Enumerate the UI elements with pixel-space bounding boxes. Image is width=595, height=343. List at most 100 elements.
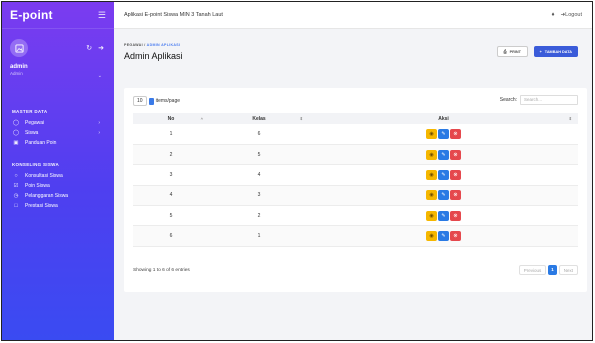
view-button[interactable]: ◉	[426, 210, 437, 221]
edit-icon: ✎	[441, 192, 446, 199]
logout-label: Logout	[565, 12, 582, 18]
sidebar-item-pelanggaran-siswa[interactable]: ◷ Pelanggaran Siswa	[2, 191, 114, 201]
row-actions: ◉ ✎ ⊗	[426, 149, 461, 160]
select-arrow-icon[interactable]	[148, 97, 154, 105]
breadcrumb-parent[interactable]: PEGAWAI	[124, 43, 143, 47]
table-row: 2 5 ◉ ✎ ⊗	[133, 144, 578, 166]
column-header-no[interactable]: No ˄	[133, 113, 209, 124]
eye-icon: ◉	[429, 233, 434, 240]
refresh-icon[interactable]: ↻	[86, 44, 92, 52]
eye-icon: ◉	[429, 130, 434, 137]
row-actions: ◉ ✎ ⊗	[426, 128, 461, 139]
edit-button[interactable]: ✎	[438, 190, 449, 201]
chevron-right-icon: ›	[98, 120, 100, 126]
table-header-row: No ˄ Kelas ⇕ Aksi ⇕	[133, 113, 578, 124]
cell-aksi: ◉ ✎ ⊗	[309, 164, 578, 186]
row-actions: ◉ ✎ ⊗	[426, 231, 461, 242]
delete-icon: ⊗	[453, 151, 458, 158]
cell-kelas: 2	[209, 205, 309, 227]
app-title: Aplikasi E-point Siswa MIN 3 Tanah Laut	[124, 12, 223, 18]
delete-button[interactable]: ⊗	[450, 128, 461, 139]
sidebar-item-label: Pegawai	[25, 120, 45, 126]
cell-aksi: ◉ ✎ ⊗	[309, 144, 578, 166]
main-content: Aplikasi E-point Siswa MIN 3 Tanah Laut …	[114, 2, 592, 340]
data-table: No ˄ Kelas ⇕ Aksi ⇕ 1 6 ◉ ✎ ⊗ 2 5 ◉ ✎ ⊗ 3 4 ◉ ✎ ⊗ 4 3 ◉ ✎ ⊗ 5 2 ◉…	[133, 113, 578, 247]
pagination-current-page[interactable]: 1	[548, 265, 557, 275]
table-row: 6 1 ◉ ✎ ⊗	[133, 225, 578, 247]
edit-button[interactable]: ✎	[438, 210, 449, 221]
clock-icon: ◷	[13, 193, 19, 199]
sidebar-item-label: Siswa	[25, 130, 39, 136]
print-button[interactable]: ⎙ PRINT	[496, 46, 528, 57]
add-data-label: TAMBAH DATA	[544, 49, 572, 54]
per-page-label: items/page	[155, 98, 181, 104]
app-frame: E-point ☰ ↻ ➜ admin Admin ⌄ MASTER DATA …	[1, 1, 593, 341]
edit-icon: ✎	[441, 212, 446, 219]
image-icon	[14, 43, 24, 53]
check-square-icon: ☑	[13, 183, 19, 189]
sidebar-item-label: Poin Siswa	[25, 183, 50, 189]
edit-button[interactable]: ✎	[438, 231, 449, 242]
view-button[interactable]: ◉	[426, 231, 437, 242]
per-page-control: 10 items/page	[133, 96, 180, 106]
delete-button[interactable]: ⊗	[450, 190, 461, 201]
delete-button[interactable]: ⊗	[450, 169, 461, 180]
pagination: Previous 1 Next	[518, 265, 578, 275]
section-title-konseling-siswa: KONSELING SISWA	[12, 162, 60, 167]
pagination-next[interactable]: Next	[558, 265, 578, 275]
sidebar-item-label: Konsultasi Siswa	[25, 173, 63, 179]
breadcrumb-separator: /	[144, 43, 146, 47]
column-header-aksi[interactable]: Aksi ⇕	[309, 113, 578, 124]
exit-icon[interactable]: ➜	[98, 44, 104, 52]
delete-button[interactable]: ⊗	[450, 149, 461, 160]
brand-name: E-point	[10, 8, 53, 22]
sidebar-item-poin-siswa[interactable]: ☑ Poin Siswa	[2, 181, 114, 191]
sort-asc-icon: ˄	[200, 116, 203, 121]
view-button[interactable]: ◉	[426, 149, 437, 160]
sidebar-item-panduan-poin[interactable]: ▣ Panduan Poin	[2, 138, 114, 148]
sidebar-item-prestasi-siswa[interactable]: □ Prestasi Siswa	[2, 201, 114, 211]
view-button[interactable]: ◉	[426, 169, 437, 180]
hamburger-icon[interactable]: ☰	[98, 10, 106, 21]
table-row: 5 2 ◉ ✎ ⊗	[133, 205, 578, 227]
chevron-right-icon: ›	[98, 130, 100, 136]
chevron-down-icon[interactable]: ⌄	[98, 73, 102, 79]
user-actions: ↻ ➜	[86, 44, 104, 52]
search-control: Search: Search...	[500, 95, 578, 105]
logout-button[interactable]: ➜Logout	[561, 12, 582, 18]
row-actions: ◉ ✎ ⊗	[426, 210, 461, 221]
sort-icon: ⇕	[299, 116, 303, 121]
sidebar-item-siswa[interactable]: ◯ Siswa ›	[2, 128, 114, 138]
logout-area: ♦ ➜Logout	[552, 12, 583, 18]
search-input[interactable]: Search...	[520, 95, 578, 105]
cell-aksi: ◉ ✎ ⊗	[309, 205, 578, 227]
edit-button[interactable]: ✎	[438, 149, 449, 160]
edit-button[interactable]: ✎	[438, 128, 449, 139]
avatar[interactable]	[10, 39, 28, 57]
entries-info: Showing 1 to 6 of 6 entries	[133, 268, 190, 273]
delete-button[interactable]: ⊗	[450, 231, 461, 242]
cell-aksi: ◉ ✎ ⊗	[309, 124, 578, 145]
cell-aksi: ◉ ✎ ⊗	[309, 225, 578, 247]
delete-icon: ⊗	[453, 212, 458, 219]
edit-button[interactable]: ✎	[438, 169, 449, 180]
view-button[interactable]: ◉	[426, 128, 437, 139]
cell-no: 2	[133, 144, 209, 166]
chat-icon: ○	[14, 173, 18, 179]
add-data-button[interactable]: + TAMBAH DATA	[533, 46, 578, 57]
per-page-select[interactable]: 10	[133, 96, 147, 106]
print-label: PRINT	[509, 49, 521, 54]
view-button[interactable]: ◉	[426, 190, 437, 201]
pagination-previous[interactable]: Previous	[518, 265, 547, 275]
sidebar: E-point ☰ ↻ ➜ admin Admin ⌄ MASTER DATA …	[2, 2, 114, 340]
delete-icon: ⊗	[453, 233, 458, 240]
edit-icon: ✎	[441, 130, 446, 137]
delete-button[interactable]: ⊗	[450, 210, 461, 221]
column-header-kelas[interactable]: Kelas ⇕	[209, 113, 309, 124]
bell-icon[interactable]: ♦	[552, 12, 555, 18]
sidebar-item-konsultasi-siswa[interactable]: ○ Konsultasi Siswa	[2, 171, 114, 181]
user-role: Admin	[10, 71, 23, 76]
cell-kelas: 6	[209, 124, 309, 145]
sidebar-item-pegawai[interactable]: ◯ Pegawai ›	[2, 118, 114, 128]
eye-icon: ◉	[429, 192, 434, 199]
